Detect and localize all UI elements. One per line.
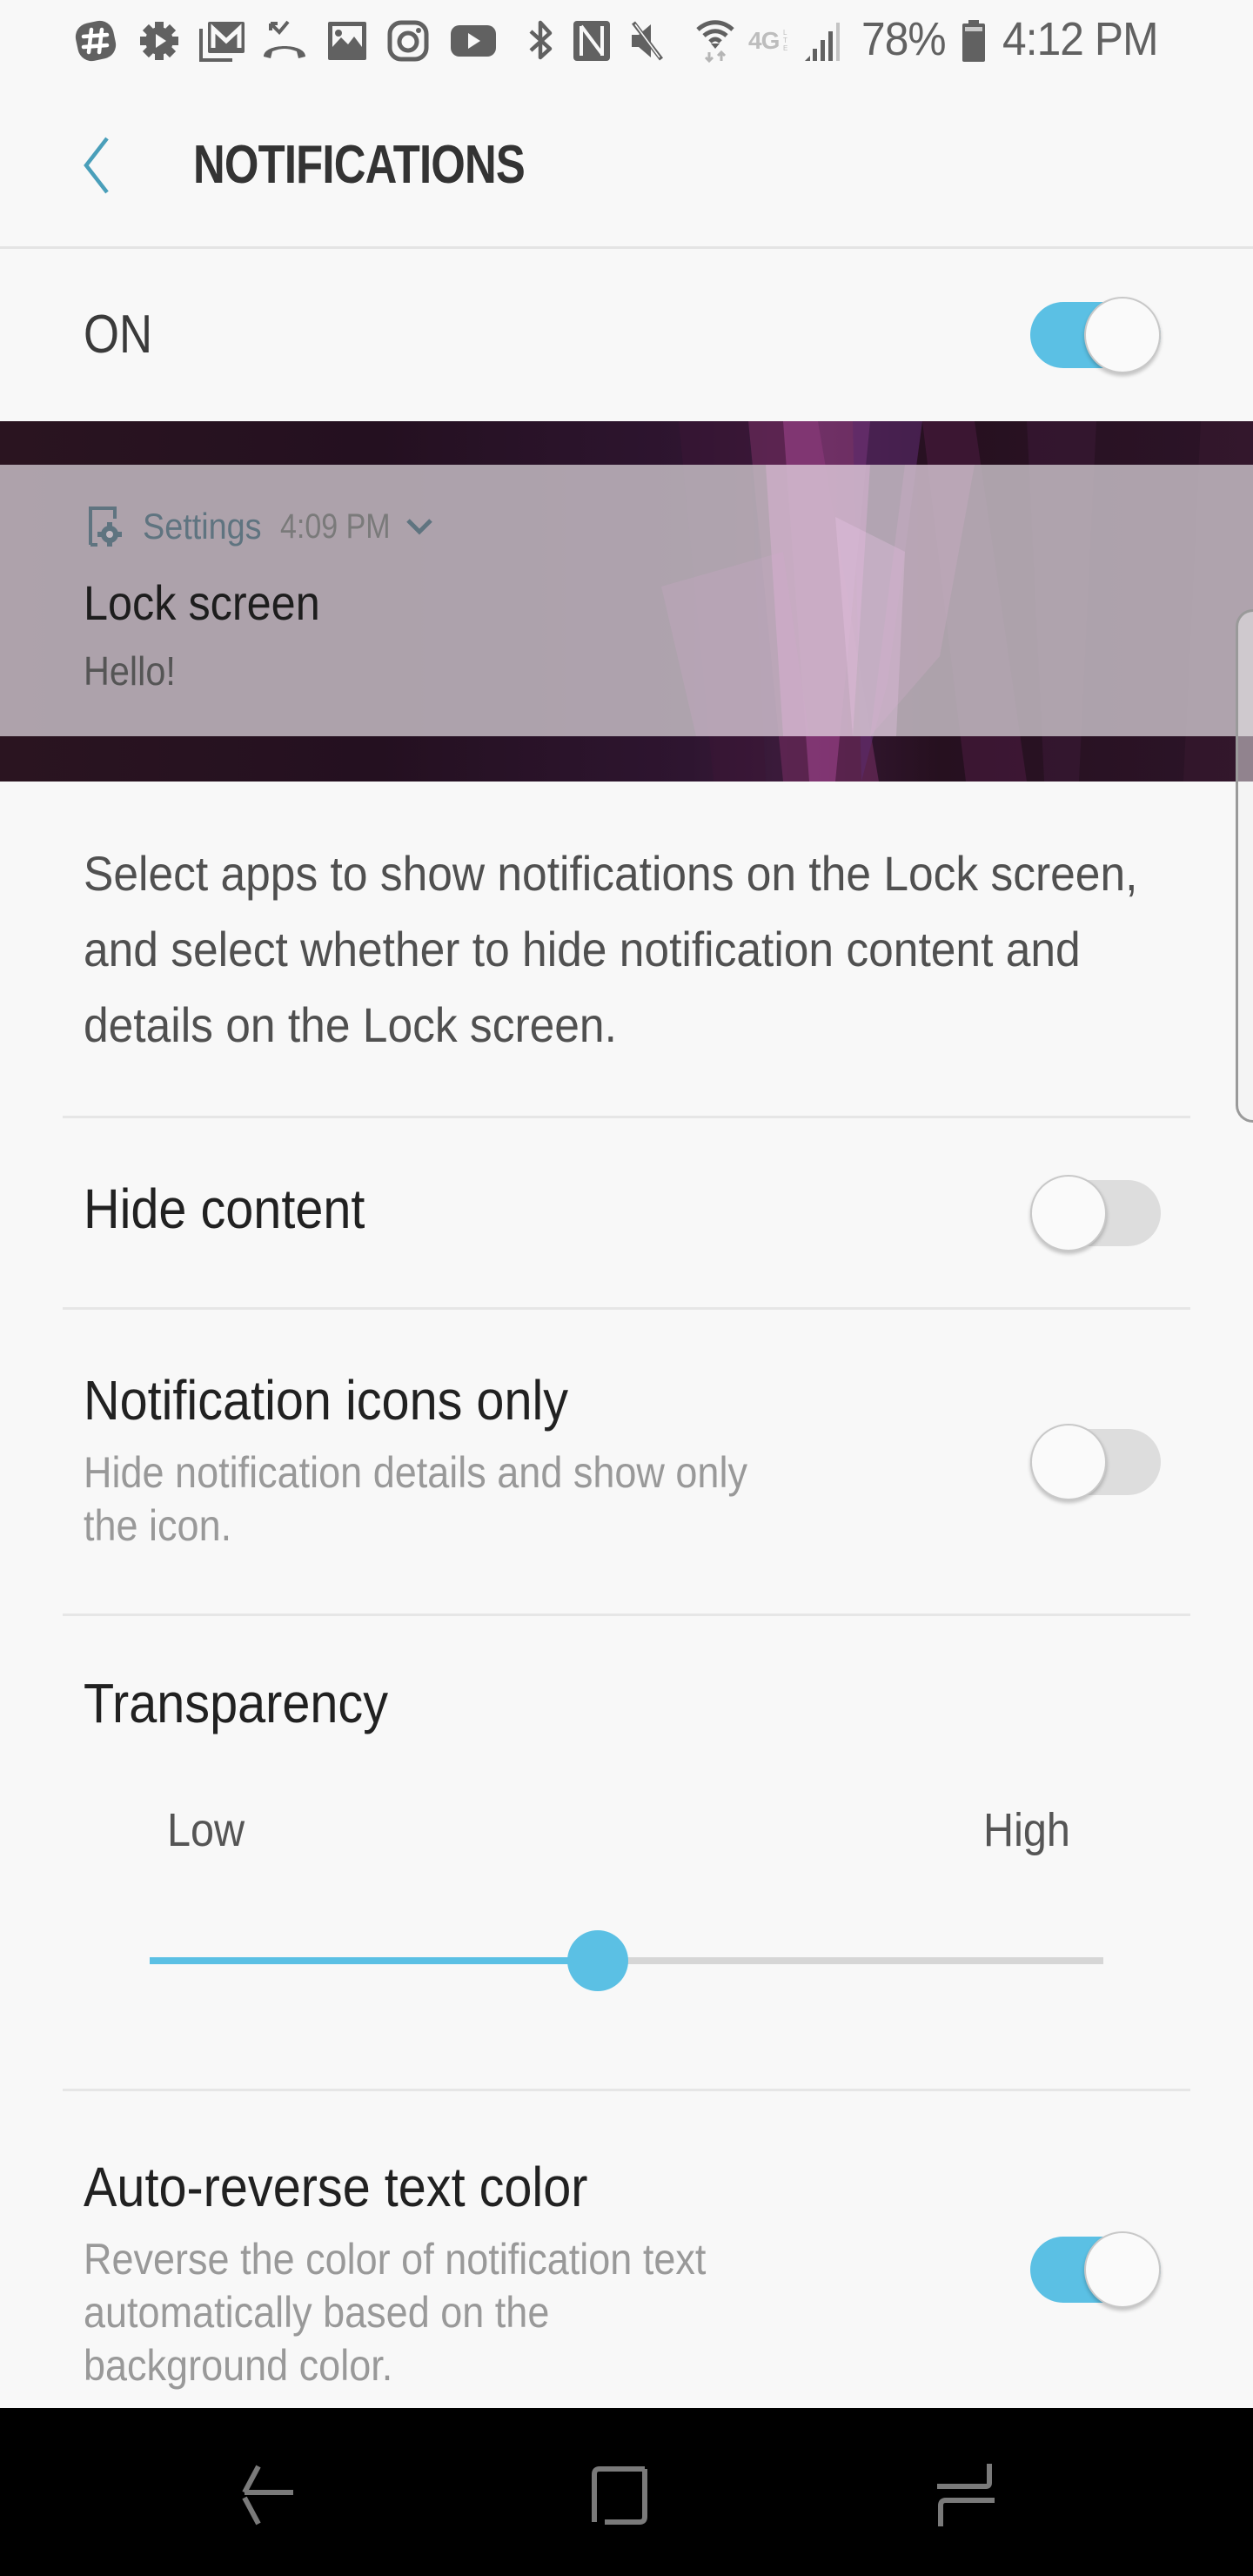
nav-recents-button[interactable] xyxy=(914,2452,1018,2539)
master-switch-row[interactable]: ON xyxy=(0,252,1253,419)
toggle-thumb xyxy=(1084,2231,1161,2308)
slack-icon xyxy=(73,20,118,62)
toggle-thumb xyxy=(1084,297,1161,373)
chevron-left-icon xyxy=(84,137,109,194)
notification-time: 4:09 PM xyxy=(279,506,391,546)
auto-reverse-subtitle: Reverse the color of notification text a… xyxy=(84,2235,707,2390)
svg-text:4G: 4G xyxy=(748,27,780,54)
slider-low-label: Low xyxy=(167,1804,245,1856)
recents-icon xyxy=(937,2464,995,2526)
icons-only-toggle[interactable] xyxy=(1030,1424,1161,1500)
notification-preview-card: Settings 4:09 PM Lock screen Hello! xyxy=(0,465,1253,736)
instagram-icon xyxy=(386,20,430,62)
divider xyxy=(63,1307,1190,1310)
master-switch-toggle[interactable] xyxy=(1030,297,1161,373)
notification-header: Settings 4:09 PM xyxy=(85,505,434,548)
divider xyxy=(63,1116,1190,1118)
slider-high-label: High xyxy=(983,1804,1070,1856)
icons-only-title: Notification icons only xyxy=(84,1369,569,1432)
settings-gear-icon xyxy=(137,21,181,61)
toggle-thumb xyxy=(1030,1424,1107,1500)
slider-thumb[interactable] xyxy=(567,1930,629,1991)
icons-only-subtitle: Hide notification details and show only … xyxy=(84,1448,747,1550)
clock: 4:12 PM xyxy=(1002,13,1159,65)
youtube-icon xyxy=(449,21,498,61)
hide-content-toggle[interactable] xyxy=(1030,1175,1161,1251)
settings-app-icon xyxy=(89,506,122,547)
svg-text:L: L xyxy=(783,29,787,37)
transparency-slider[interactable] xyxy=(150,1930,1103,1991)
back-button[interactable] xyxy=(68,132,124,198)
gmail-icon xyxy=(197,21,247,62)
page-title: NOTIFICATIONS xyxy=(193,135,526,195)
slider-fill xyxy=(150,1957,599,1964)
chevron-down-icon xyxy=(405,519,432,535)
signal-icon xyxy=(802,21,846,61)
notification-title: Lock screen xyxy=(84,575,320,630)
master-switch-label: ON xyxy=(84,305,153,365)
description-text: Select apps to show notifications on the… xyxy=(84,846,1138,1052)
notification-body: Hello! xyxy=(84,648,176,694)
missed-call-icon xyxy=(261,20,308,61)
hide-content-title: Hide content xyxy=(84,1177,365,1240)
bluetooth-icon xyxy=(524,20,559,61)
svg-text:T: T xyxy=(783,37,787,44)
battery-icon xyxy=(959,20,988,62)
gallery-icon xyxy=(325,21,369,61)
back-icon xyxy=(242,2465,293,2526)
divider xyxy=(63,1613,1190,1616)
nfc-icon xyxy=(571,21,613,61)
wifi-icon xyxy=(693,20,738,63)
status-bar: 4G L T E 78% 4:12 PM xyxy=(0,0,1253,84)
toggle-thumb xyxy=(1030,1175,1107,1251)
home-icon xyxy=(592,2466,647,2525)
notification-app-name: Settings xyxy=(143,506,262,547)
nav-home-button[interactable] xyxy=(567,2452,672,2539)
transparency-title: Transparency xyxy=(84,1672,389,1734)
mute-icon xyxy=(628,21,667,61)
svg-text:E: E xyxy=(783,44,787,52)
auto-reverse-title: Auto-reverse text color xyxy=(84,2156,588,2218)
battery-percent: 78% xyxy=(861,13,947,65)
app-header: NOTIFICATIONS xyxy=(0,84,1253,249)
nav-back-button[interactable] xyxy=(218,2452,322,2539)
lock-screen-preview: Settings 4:09 PM Lock screen Hello! xyxy=(0,421,1253,782)
4g-lte-icon: 4G L T E xyxy=(748,21,794,61)
auto-reverse-toggle[interactable] xyxy=(1030,2231,1161,2308)
navigation-bar xyxy=(0,2408,1253,2576)
scrollbar[interactable] xyxy=(1236,609,1253,1123)
divider xyxy=(63,2089,1190,2091)
